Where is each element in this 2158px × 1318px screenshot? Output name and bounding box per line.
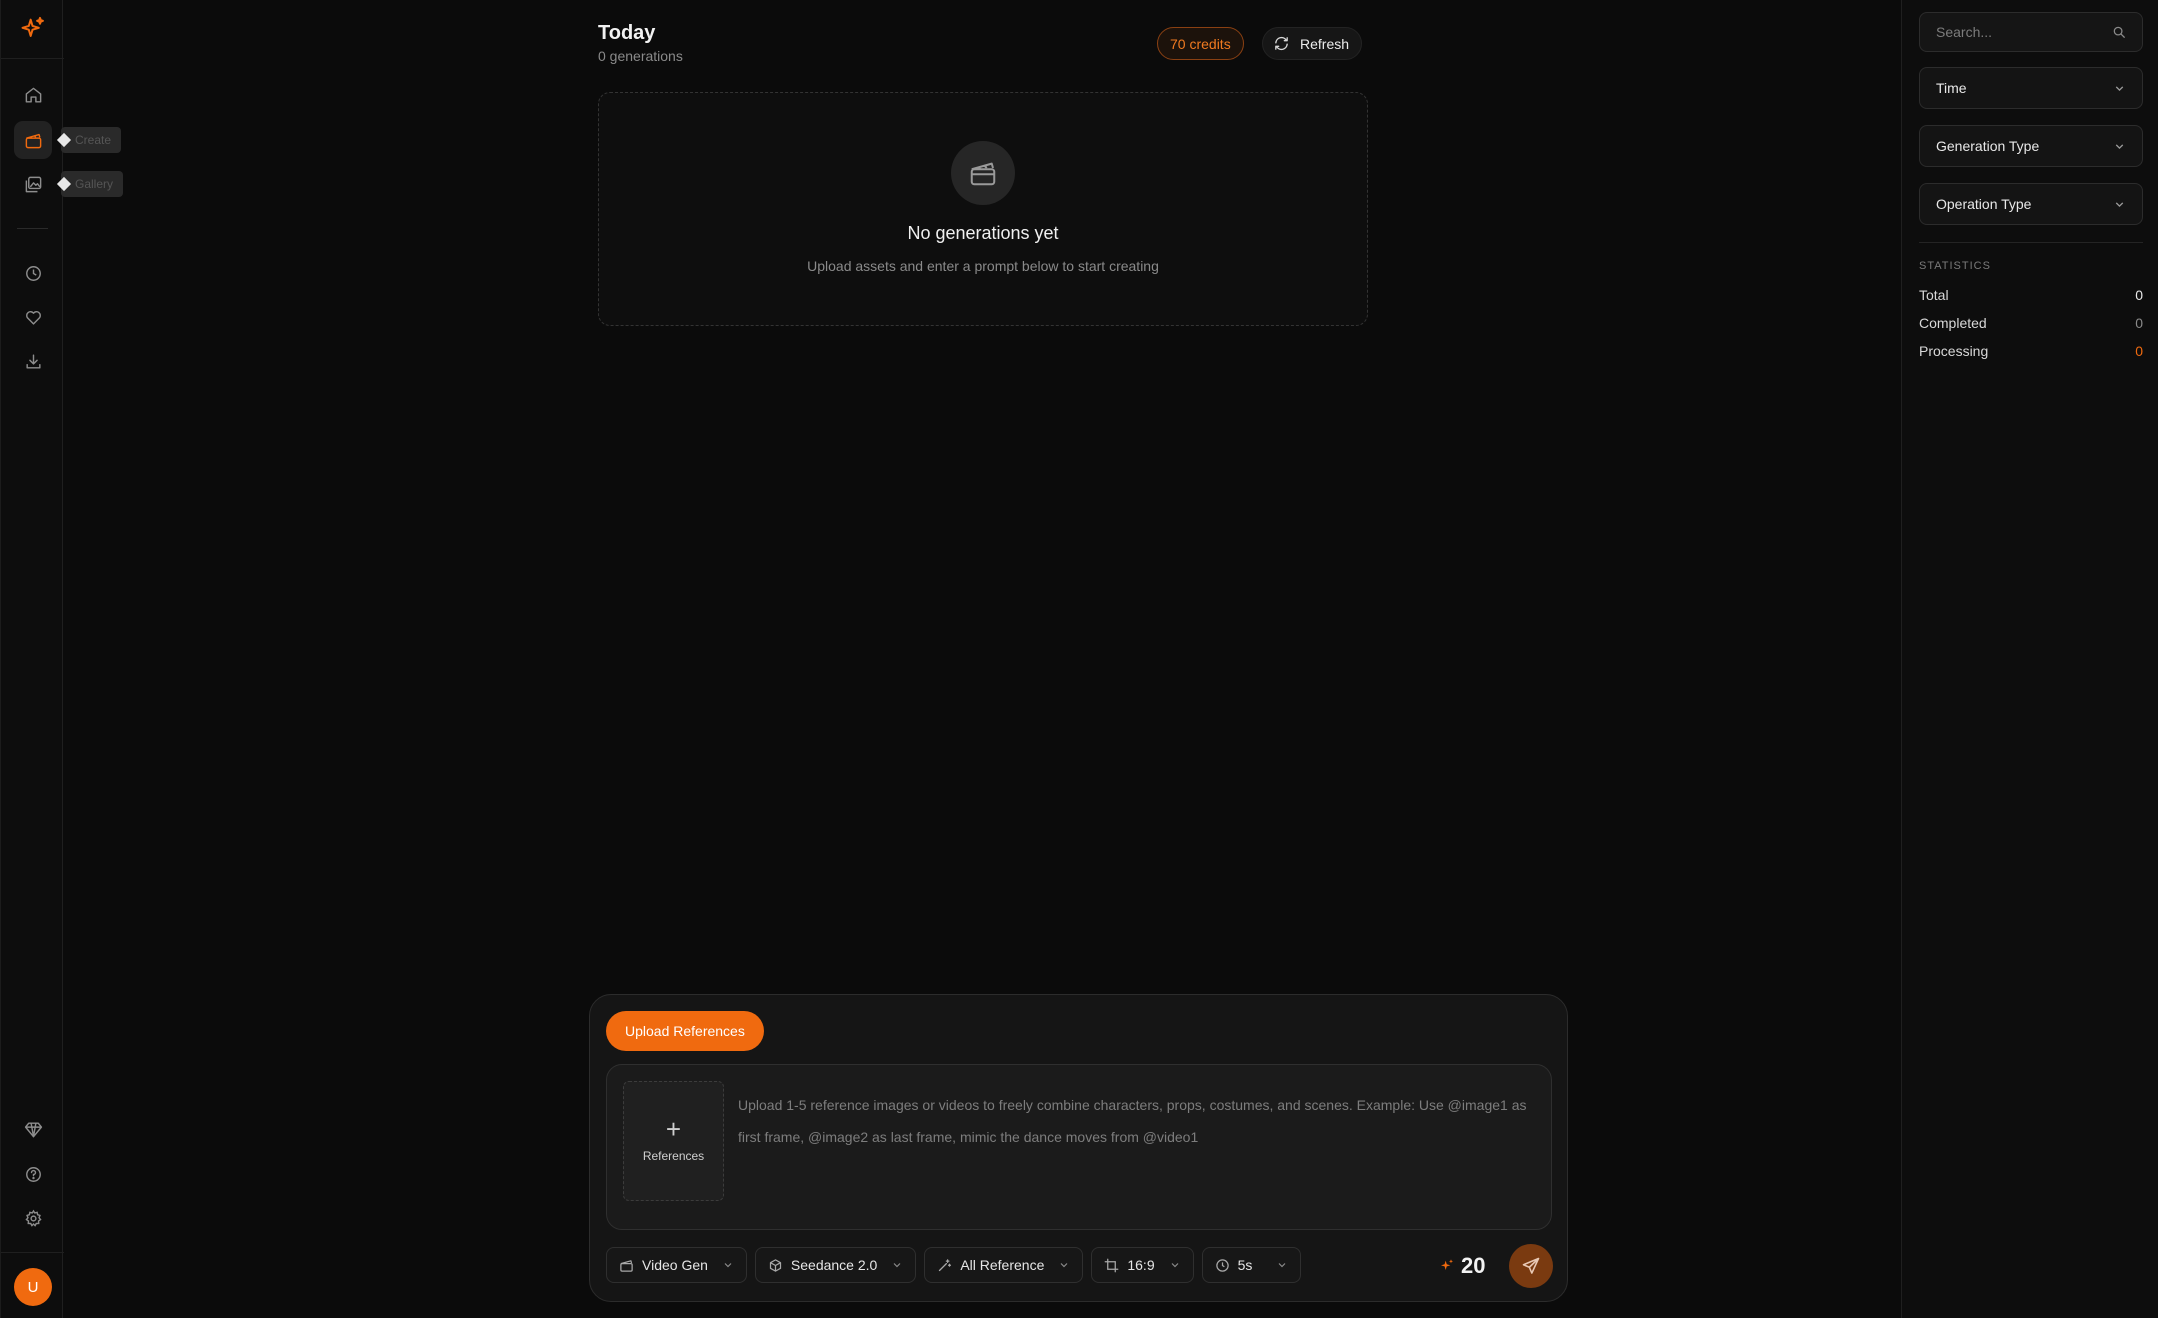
references-label: References bbox=[642, 1149, 705, 1163]
mode-label: Video Gen bbox=[642, 1257, 708, 1273]
composer-toolbar: Video Gen Seedance 2.0 All Reference 16:… bbox=[606, 1247, 1302, 1283]
chevron-down-icon bbox=[2113, 82, 2126, 95]
stat-processing: Processing 0 bbox=[1919, 343, 2143, 359]
generation-cost: 20 bbox=[1439, 1253, 1485, 1279]
stat-total: Total 0 bbox=[1919, 287, 2143, 303]
statistics-heading: STATISTICS bbox=[1919, 260, 1991, 272]
settings-gear-icon[interactable] bbox=[14, 1199, 52, 1237]
stat-value: 0 bbox=[2135, 315, 2143, 331]
cube-icon bbox=[768, 1258, 783, 1273]
time-filter[interactable]: Time bbox=[1919, 67, 2143, 109]
sidebar: Create Gallery U bbox=[0, 0, 124, 1318]
empty-state-card: No generations yet Upload assets and ent… bbox=[598, 92, 1368, 326]
search-placeholder: Search... bbox=[1936, 24, 1993, 40]
refresh-icon bbox=[1273, 35, 1290, 52]
chevron-down-icon bbox=[1276, 1259, 1288, 1271]
chevron-down-icon bbox=[2113, 198, 2126, 211]
prompt-input[interactable]: Upload 1-5 reference images or videos to… bbox=[738, 1089, 1538, 1153]
stat-value: 0 bbox=[2135, 287, 2143, 303]
send-icon bbox=[1521, 1256, 1541, 1276]
create-clapperboard-icon[interactable] bbox=[14, 121, 52, 159]
plus-icon: + bbox=[665, 1114, 682, 1144]
model-select[interactable]: Seedance 2.0 bbox=[754, 1247, 917, 1283]
time-filter-label: Time bbox=[1936, 80, 1967, 96]
diamond-icon[interactable] bbox=[14, 1110, 52, 1148]
reference-mode-select[interactable]: All Reference bbox=[924, 1247, 1084, 1283]
generations-count: 0 generations bbox=[598, 48, 683, 64]
download-icon[interactable] bbox=[14, 342, 52, 380]
empty-state-description: Upload assets and enter a prompt below t… bbox=[807, 258, 1159, 274]
model-label: Seedance 2.0 bbox=[790, 1257, 878, 1273]
chevron-down-icon bbox=[1058, 1259, 1070, 1271]
home-icon[interactable] bbox=[14, 76, 52, 114]
page-title: Today bbox=[598, 22, 656, 44]
create-tooltip: Create bbox=[61, 127, 122, 153]
chevron-down-icon bbox=[2113, 140, 2126, 153]
reference-mode-label: All Reference bbox=[960, 1257, 1045, 1273]
crop-icon bbox=[1104, 1258, 1119, 1273]
chevron-down-icon bbox=[1169, 1259, 1181, 1271]
empty-state-title: No generations yet bbox=[907, 223, 1059, 243]
stat-label: Total bbox=[1919, 287, 1949, 303]
prompt-composer: Upload References + References Upload 1-… bbox=[589, 994, 1568, 1302]
clapperboard-icon bbox=[619, 1258, 634, 1273]
prompt-area[interactable]: + References Upload 1-5 reference images… bbox=[606, 1064, 1552, 1230]
chevron-down-icon bbox=[722, 1259, 734, 1271]
stat-label: Completed bbox=[1919, 315, 1987, 331]
mode-select[interactable]: Video Gen bbox=[606, 1247, 747, 1283]
gallery-tooltip: Gallery bbox=[61, 171, 124, 197]
add-reference-tile[interactable]: + References bbox=[623, 1081, 724, 1201]
aspect-ratio-select[interactable]: 16:9 bbox=[1091, 1247, 1194, 1283]
clapperboard-icon bbox=[951, 141, 1015, 205]
duration-select[interactable]: 5s bbox=[1201, 1247, 1302, 1283]
user-avatar[interactable]: U bbox=[14, 1268, 52, 1306]
magic-wand-icon bbox=[937, 1258, 952, 1273]
operation-type-filter[interactable]: Operation Type bbox=[1919, 183, 2143, 225]
rail-divider-bottom bbox=[1, 1252, 64, 1253]
filter-panel: Search... Time Generation Type Operation… bbox=[1901, 0, 2158, 1318]
duration-label: 5s bbox=[1237, 1257, 1253, 1273]
stat-completed: Completed 0 bbox=[1919, 315, 2143, 331]
gallery-icon[interactable] bbox=[14, 165, 52, 203]
clock-icon bbox=[1215, 1258, 1230, 1273]
aspect-ratio-label: 16:9 bbox=[1127, 1257, 1155, 1273]
search-icon bbox=[2112, 25, 2126, 39]
refresh-label: Refresh bbox=[1300, 35, 1350, 52]
rail-divider bbox=[17, 228, 48, 229]
favorites-heart-icon[interactable] bbox=[14, 298, 52, 336]
cost-value: 20 bbox=[1461, 1253, 1486, 1278]
generation-type-label: Generation Type bbox=[1936, 138, 2040, 154]
search-input[interactable]: Search... bbox=[1919, 12, 2143, 52]
upload-references-button[interactable]: Upload References bbox=[606, 1011, 764, 1051]
panel-divider bbox=[1919, 242, 2143, 243]
help-icon[interactable] bbox=[14, 1155, 52, 1193]
send-button[interactable] bbox=[1509, 1244, 1553, 1288]
rail-divider-top bbox=[1, 58, 64, 59]
generation-type-filter[interactable]: Generation Type bbox=[1919, 125, 2143, 167]
chevron-down-icon bbox=[891, 1259, 903, 1271]
refresh-button[interactable]: Refresh bbox=[1262, 27, 1363, 60]
credits-badge[interactable]: 70 credits bbox=[1157, 27, 1244, 60]
sparkle-logo-icon[interactable] bbox=[16, 12, 50, 46]
history-clock-icon[interactable] bbox=[14, 254, 52, 292]
operation-type-label: Operation Type bbox=[1936, 196, 2032, 212]
stat-value: 0 bbox=[2135, 343, 2143, 359]
stat-label: Processing bbox=[1919, 343, 1989, 359]
sparkle-icon bbox=[1439, 1258, 1455, 1274]
